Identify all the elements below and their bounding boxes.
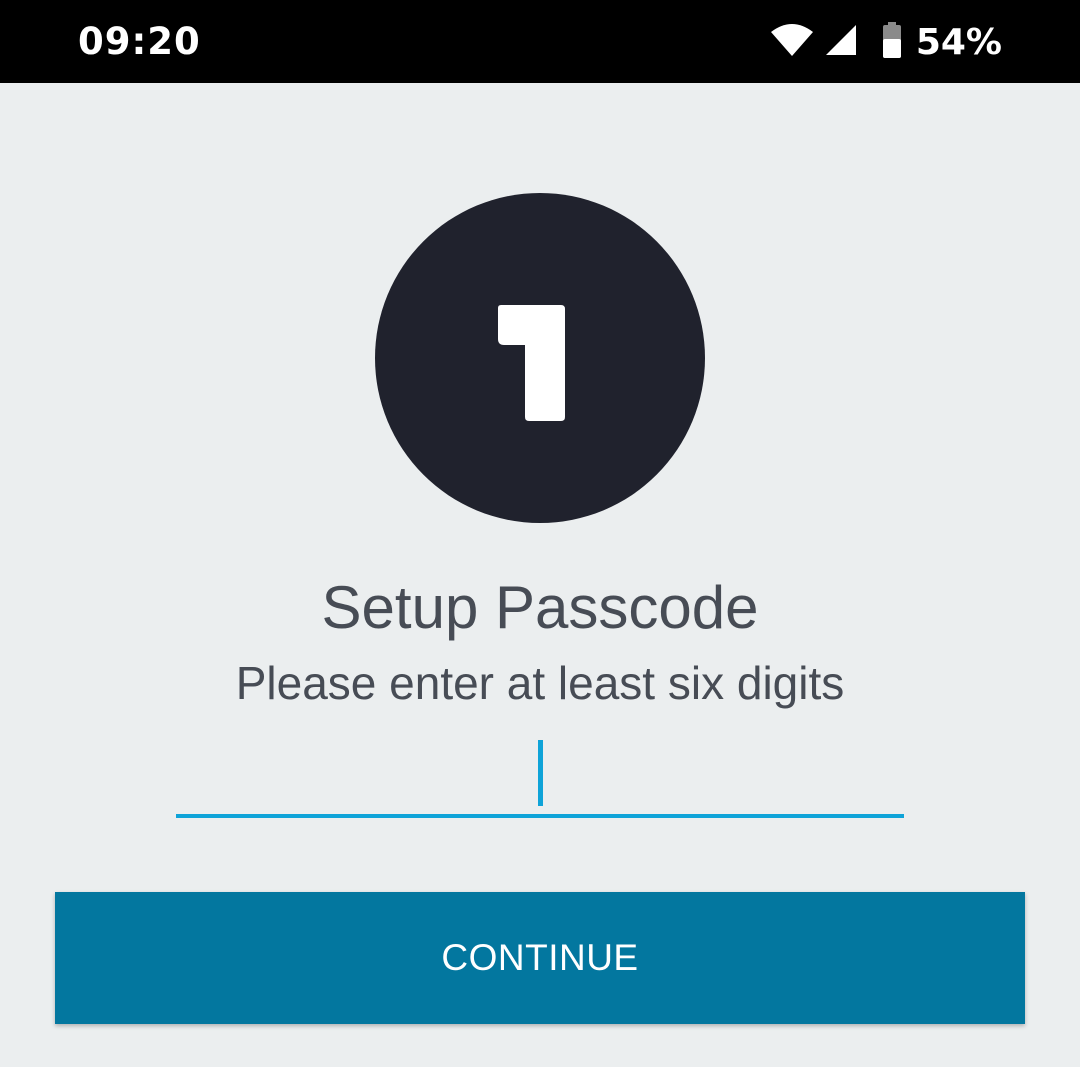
signal-icon — [824, 23, 858, 62]
passcode-input[interactable] — [176, 738, 904, 818]
text-cursor — [538, 740, 543, 806]
battery-icon — [882, 21, 902, 63]
continue-button[interactable]: CONTINUE — [55, 892, 1025, 1024]
page-title: Setup Passcode — [321, 574, 759, 641]
status-bar: 09:20 54% — [0, 0, 1080, 83]
status-icons: 54% — [770, 21, 1002, 63]
battery-percentage: 54% — [915, 21, 1002, 63]
status-time: 09:20 — [78, 20, 201, 63]
wifi-icon — [770, 22, 814, 63]
app-logo-1-icon — [498, 305, 565, 421]
app-logo — [375, 193, 705, 523]
page-subtitle: Please enter at least six digits — [235, 657, 845, 709]
